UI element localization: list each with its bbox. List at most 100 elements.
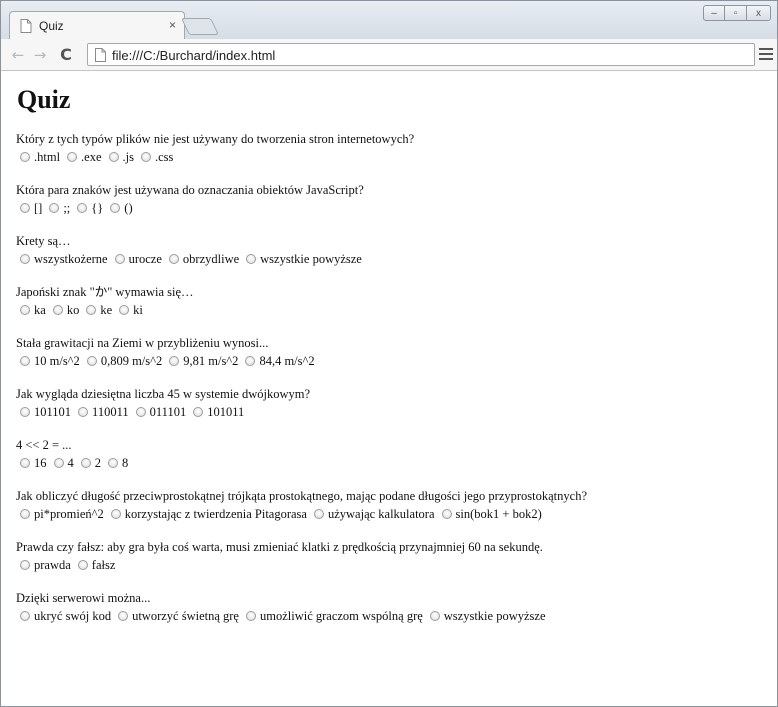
- address-bar[interactable]: [87, 43, 755, 66]
- answer-option[interactable]: ki: [116, 301, 143, 319]
- reload-icon[interactable]: C: [57, 45, 75, 65]
- page-content: Quiz Który z tych typów plików nie jest …: [1, 71, 777, 706]
- answer-option[interactable]: ke: [83, 301, 112, 319]
- radio-button[interactable]: [119, 305, 130, 315]
- radio-button[interactable]: [86, 356, 97, 366]
- answer-option[interactable]: fałsz: [75, 556, 115, 574]
- radio-button[interactable]: [77, 560, 88, 570]
- question-text: Prawda czy fałsz: aby gra była coś warta…: [16, 540, 543, 554]
- question: Prawda czy fałsz: aby gra była coś warta…: [16, 539, 777, 575]
- answer-option[interactable]: 10 m/s^2: [17, 352, 80, 370]
- radio-button[interactable]: [429, 611, 440, 621]
- url-input[interactable]: [112, 46, 742, 64]
- answer-label: 10 m/s^2: [34, 354, 80, 368]
- answer-option[interactable]: 101101: [17, 403, 71, 421]
- browser-window: Quiz × – ▫ x ← → C Quiz Który z tych typ…: [0, 0, 778, 707]
- radio-button[interactable]: [20, 611, 30, 621]
- answer-option[interactable]: obrzydliwe: [166, 250, 239, 268]
- answer-list: 10 m/s^2 0,809 m/s^2 9,81 m/s^2 84,4 m/s^2: [17, 352, 777, 371]
- radio-button[interactable]: [52, 305, 63, 315]
- answer-option[interactable]: urocze: [112, 250, 162, 268]
- answer-option[interactable]: pi*promień^2: [17, 505, 104, 523]
- radio-button[interactable]: [135, 407, 146, 417]
- answer-option[interactable]: wszystkożerne: [17, 250, 108, 268]
- answer-option[interactable]: wszystkie powyższe: [243, 250, 362, 268]
- new-tab-button[interactable]: [181, 18, 219, 35]
- answer-option[interactable]: .css: [138, 148, 173, 166]
- radio-button[interactable]: [20, 254, 30, 264]
- answer-option[interactable]: 8: [105, 454, 128, 472]
- answer-option[interactable]: 2: [78, 454, 101, 472]
- answer-option[interactable]: korzystając z twierdzenia Pitagorasa: [108, 505, 307, 523]
- radio-button[interactable]: [169, 356, 180, 366]
- answer-option[interactable]: utworzyć świetną grę: [115, 607, 239, 625]
- radio-button[interactable]: [313, 509, 324, 519]
- answer-option[interactable]: .js: [106, 148, 134, 166]
- answer-label: wszystkie powyższe: [443, 609, 546, 623]
- back-arrow-icon[interactable]: ←: [9, 45, 27, 65]
- answer-option[interactable]: ;;: [46, 199, 70, 217]
- radio-button[interactable]: [20, 407, 30, 417]
- answer-option[interactable]: 9,81 m/s^2: [166, 352, 238, 370]
- answer-option[interactable]: ka: [17, 301, 46, 319]
- minimize-button[interactable]: –: [703, 5, 725, 21]
- radio-button[interactable]: [49, 203, 60, 213]
- answer-option[interactable]: używając kalkulatora: [311, 505, 435, 523]
- forward-arrow-icon[interactable]: →: [31, 45, 49, 65]
- tab-quiz[interactable]: Quiz ×: [9, 11, 185, 39]
- answer-option[interactable]: 011101: [133, 403, 186, 421]
- answer-option[interactable]: 16: [17, 454, 47, 472]
- answer-option[interactable]: ukryć swój kod: [17, 607, 111, 625]
- answer-label: 0,809 m/s^2: [100, 354, 163, 368]
- radio-button[interactable]: [67, 152, 78, 162]
- question: Jak wygląda dziesiętna liczba 45 w syste…: [16, 386, 777, 422]
- radio-button[interactable]: [110, 509, 121, 519]
- radio-button[interactable]: [78, 407, 89, 417]
- radio-button[interactable]: [20, 203, 30, 213]
- answer-option[interactable]: 110011: [75, 403, 129, 421]
- close-tab-icon[interactable]: ×: [169, 18, 176, 32]
- answer-option[interactable]: []: [17, 199, 42, 217]
- radio-button[interactable]: [20, 509, 30, 519]
- answer-option[interactable]: {}: [74, 199, 103, 217]
- radio-button[interactable]: [246, 254, 257, 264]
- radio-button[interactable]: [118, 611, 129, 621]
- radio-button[interactable]: [108, 458, 118, 468]
- answer-option[interactable]: prawda: [17, 556, 71, 574]
- radio-button[interactable]: [108, 152, 119, 162]
- radio-button[interactable]: [86, 305, 97, 315]
- maximize-button[interactable]: ▫: [725, 5, 747, 21]
- radio-button[interactable]: [441, 509, 452, 519]
- answer-option[interactable]: wszystkie powyższe: [427, 607, 546, 625]
- radio-button[interactable]: [110, 203, 121, 213]
- answer-option[interactable]: 4: [51, 454, 74, 472]
- radio-button[interactable]: [245, 611, 256, 621]
- radio-button[interactable]: [114, 254, 125, 264]
- radio-button[interactable]: [193, 407, 204, 417]
- menu-icon[interactable]: [759, 47, 773, 61]
- answer-option[interactable]: 101011: [190, 403, 244, 421]
- radio-button[interactable]: [20, 458, 30, 468]
- answer-label: obrzydliwe: [182, 252, 240, 266]
- answer-option[interactable]: 0,809 m/s^2: [84, 352, 162, 370]
- radio-button[interactable]: [77, 203, 88, 213]
- answer-option[interactable]: .html: [17, 148, 60, 166]
- answer-option[interactable]: (): [107, 199, 133, 217]
- question-text: Która para znaków jest używana do oznacz…: [16, 183, 364, 197]
- radio-button[interactable]: [80, 458, 91, 468]
- radio-button[interactable]: [20, 560, 30, 570]
- radio-button[interactable]: [53, 458, 64, 468]
- close-window-button[interactable]: x: [747, 5, 771, 21]
- answer-option[interactable]: umożliwić graczom wspólną grę: [243, 607, 423, 625]
- answer-label: sin(bok1 + bok2): [455, 507, 542, 521]
- answer-option[interactable]: ko: [50, 301, 79, 319]
- answer-option[interactable]: 84,4 m/s^2: [242, 352, 315, 370]
- answer-option[interactable]: sin(bok1 + bok2): [439, 505, 542, 523]
- radio-button[interactable]: [20, 305, 30, 315]
- radio-button[interactable]: [168, 254, 179, 264]
- radio-button[interactable]: [20, 152, 30, 162]
- radio-button[interactable]: [245, 356, 256, 366]
- radio-button[interactable]: [20, 356, 30, 366]
- answer-option[interactable]: .exe: [64, 148, 102, 166]
- radio-button[interactable]: [141, 152, 151, 162]
